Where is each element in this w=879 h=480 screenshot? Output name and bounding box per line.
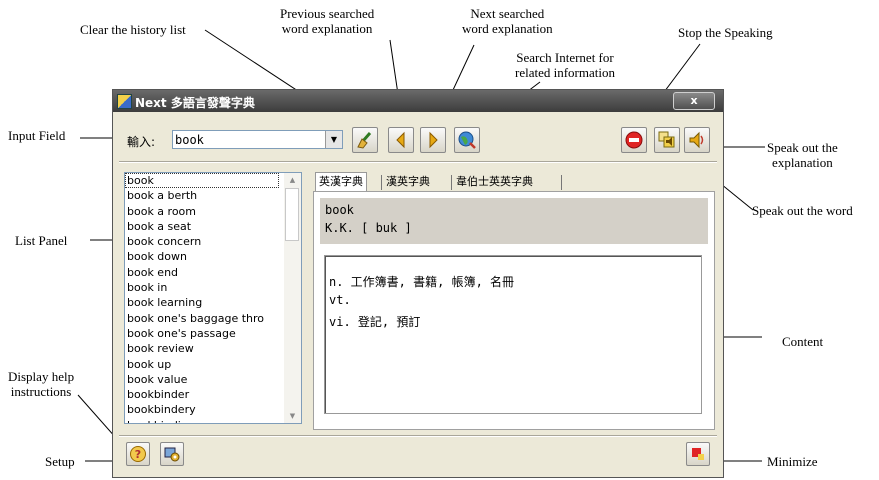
list-item[interactable]: book concern bbox=[125, 234, 279, 249]
list-item[interactable]: book bbox=[125, 173, 279, 189]
list-item[interactable]: book down bbox=[125, 249, 279, 264]
annotation-list-panel: List Panel bbox=[15, 233, 68, 248]
scroll-thumb[interactable] bbox=[285, 188, 299, 241]
annotation-next-explanation: Next searched word explanation bbox=[462, 6, 553, 36]
word-list-panel[interactable]: book book a berth book a room book a sea… bbox=[124, 172, 302, 424]
window-title: Next 多語言發聲字典 bbox=[135, 96, 255, 110]
annotation-minimize: Minimize bbox=[767, 454, 818, 469]
list-item[interactable]: book one's baggage thro bbox=[125, 311, 279, 326]
next-explanation-button[interactable] bbox=[420, 127, 446, 153]
tab-webster-english[interactable]: 韋伯士英英字典 bbox=[456, 173, 533, 191]
tab-chinese-english[interactable]: 漢英字典 bbox=[386, 173, 430, 191]
annotation-speak-word: Speak out the word bbox=[752, 203, 853, 218]
list-item[interactable]: book value bbox=[125, 372, 279, 387]
scroll-down-icon[interactable]: ▼ bbox=[284, 409, 301, 423]
globe-search-icon bbox=[458, 131, 476, 149]
annotation-previous-explanation: Previous searched word explanation bbox=[280, 6, 375, 36]
list-item[interactable]: book up bbox=[125, 357, 279, 372]
broom-icon bbox=[357, 132, 372, 149]
minimize-icon bbox=[692, 448, 704, 460]
right-arrow-icon bbox=[429, 131, 438, 149]
annotation-display-help: Display help instructions bbox=[8, 369, 75, 399]
list-item[interactable]: book review bbox=[125, 341, 279, 356]
stop-icon bbox=[625, 131, 643, 149]
list-scrollbar[interactable]: ▲ ▼ bbox=[284, 173, 301, 423]
search-input[interactable] bbox=[175, 132, 323, 147]
speak-word-icon bbox=[658, 131, 675, 148]
dictionary-window: Next 多語言發聲字典 x 輸入: ▼ bbox=[112, 89, 724, 478]
speaker-icon bbox=[689, 131, 704, 149]
list-item[interactable]: bookbindery bbox=[125, 402, 279, 417]
annotation-clear-history: Clear the history list bbox=[80, 22, 186, 37]
tab-divider bbox=[451, 175, 452, 190]
input-label: 輸入: bbox=[127, 135, 156, 149]
toolbar-divider bbox=[119, 161, 717, 163]
setup-icon bbox=[164, 447, 180, 462]
bottom-divider bbox=[119, 435, 717, 437]
left-arrow-icon bbox=[396, 131, 405, 149]
list-item[interactable]: bookbinding bbox=[125, 418, 279, 423]
annotation-content: Content bbox=[782, 334, 824, 349]
explanation-line: n. 工作簿書, 書籍, 帳簿, 名冊 bbox=[329, 275, 515, 289]
input-combobox[interactable]: ▼ bbox=[172, 130, 343, 149]
list-item[interactable]: bookbinder bbox=[125, 387, 279, 402]
minimize-button[interactable] bbox=[686, 442, 710, 466]
annotation-input-field: Input Field bbox=[8, 128, 66, 143]
help-button[interactable]: ? bbox=[126, 442, 150, 466]
phonetic: K.K. [ buk ] bbox=[325, 221, 412, 235]
list-item[interactable]: book a berth bbox=[125, 188, 279, 203]
close-button[interactable]: x bbox=[673, 92, 715, 110]
scroll-up-icon[interactable]: ▲ bbox=[284, 173, 301, 187]
help-icon: ? bbox=[130, 446, 146, 462]
clear-history-button[interactable] bbox=[352, 127, 378, 153]
tab-english-chinese[interactable]: 英漢字典 bbox=[315, 172, 367, 193]
headword: book bbox=[325, 203, 354, 217]
annotation-stop-speaking: Stop the Speaking bbox=[678, 25, 773, 40]
app-icon bbox=[117, 94, 132, 109]
explanation-box[interactable]: n. 工作簿書, 書籍, 帳簿, 名冊 vt. vi. 登記, 預訂 bbox=[324, 255, 702, 414]
stop-speaking-button[interactable] bbox=[621, 127, 647, 153]
dropdown-arrow-icon[interactable]: ▼ bbox=[325, 131, 342, 148]
tab-divider bbox=[381, 175, 382, 190]
search-internet-button[interactable] bbox=[454, 127, 480, 153]
svg-text:?: ? bbox=[135, 448, 141, 461]
annotation-setup: Setup bbox=[45, 454, 75, 469]
list-item[interactable]: book learning bbox=[125, 295, 279, 310]
list-item[interactable]: book in bbox=[125, 280, 279, 295]
previous-explanation-button[interactable] bbox=[388, 127, 414, 153]
content-panel: book K.K. [ buk ] n. 工作簿書, 書籍, 帳簿, 名冊 vt… bbox=[313, 191, 715, 430]
title-bar[interactable]: Next 多語言發聲字典 x bbox=[113, 90, 723, 112]
list-item[interactable]: book one's passage bbox=[125, 326, 279, 341]
annotation-speak-explanation: Speak out the explanation bbox=[767, 140, 838, 170]
annotation-search-internet: Search Internet for related information bbox=[515, 50, 615, 80]
list-item[interactable]: book a room bbox=[125, 204, 279, 219]
setup-button[interactable] bbox=[160, 442, 184, 466]
list-item[interactable]: book a seat bbox=[125, 219, 279, 234]
word-header: book K.K. [ buk ] bbox=[320, 198, 708, 244]
speak-explanation-button[interactable] bbox=[684, 127, 710, 153]
speak-word-button[interactable] bbox=[654, 127, 680, 153]
tab-divider bbox=[561, 175, 562, 190]
explanation-line: vt. bbox=[329, 293, 351, 307]
list-item[interactable]: book end bbox=[125, 265, 279, 280]
explanation-line: vi. 登記, 預訂 bbox=[329, 315, 421, 329]
